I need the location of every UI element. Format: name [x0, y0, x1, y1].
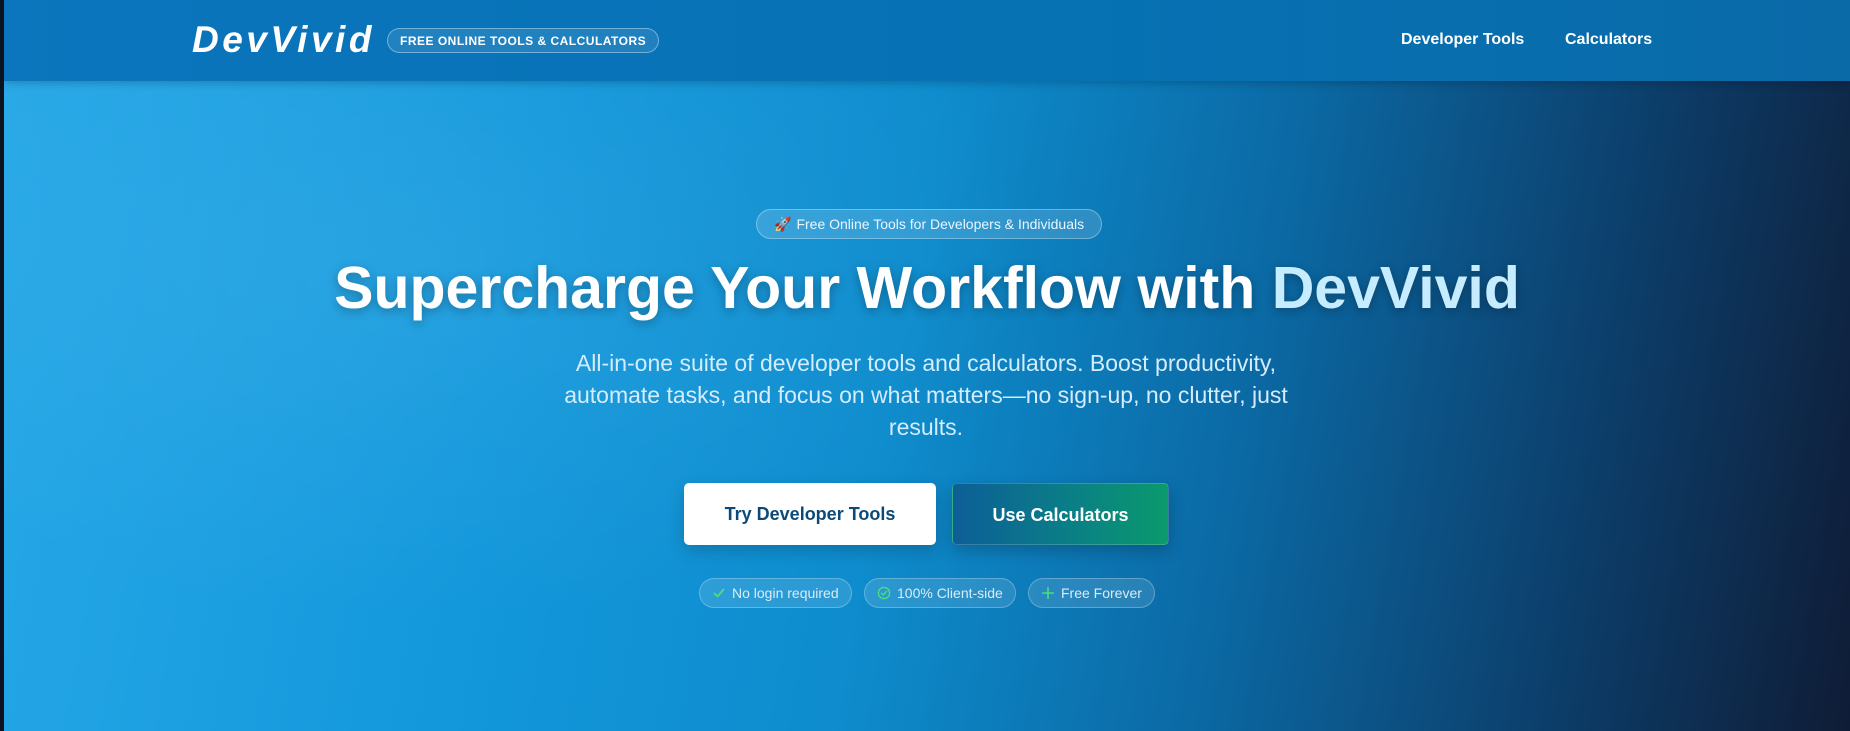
- feature-label: No login required: [732, 585, 839, 601]
- nav-link-developer-tools[interactable]: Developer Tools: [1401, 29, 1524, 51]
- hero-headline: Supercharge Your Workflow with DevVivid: [4, 253, 1850, 323]
- nav-link-calculators[interactable]: Calculators: [1565, 29, 1652, 51]
- site-logo[interactable]: DevVivid: [192, 18, 375, 62]
- header-badge: FREE ONLINE TOOLS & CALCULATORS: [387, 28, 660, 53]
- feature-pill-client-side: 100% Client-side: [864, 578, 1016, 608]
- window-edge: [0, 0, 4, 731]
- hero-tagline-pill: 🚀 Free Online Tools for Developers & Indi…: [756, 209, 1103, 239]
- checkmark-icon: [713, 588, 725, 598]
- try-developer-tools-button[interactable]: Try Developer Tools: [684, 483, 936, 545]
- feature-pill-no-login: No login required: [699, 578, 852, 608]
- hero-subtitle: All-in-one suite of developer tools and …: [564, 350, 1288, 440]
- hero-section: 🚀 Free Online Tools for Developers & Indi…: [4, 81, 1850, 731]
- use-calculators-button[interactable]: Use Calculators: [952, 483, 1169, 545]
- feature-label: Free Forever: [1061, 585, 1142, 601]
- hero-headline-accent: DevVivid: [1271, 255, 1520, 321]
- hero-headline-main: Supercharge Your Workflow with: [334, 255, 1272, 321]
- rocket-icon: 🚀: [774, 216, 792, 232]
- feature-label: 100% Client-side: [897, 585, 1003, 601]
- check-circle-icon: [877, 586, 891, 600]
- site-header: DevVivid FREE ONLINE TOOLS & CALCULATORS…: [4, 0, 1850, 81]
- plus-icon: [1042, 587, 1054, 600]
- feature-pill-free-forever: Free Forever: [1028, 578, 1155, 608]
- hero-tagline-text: Free Online Tools for Developers & Indiv…: [796, 216, 1085, 232]
